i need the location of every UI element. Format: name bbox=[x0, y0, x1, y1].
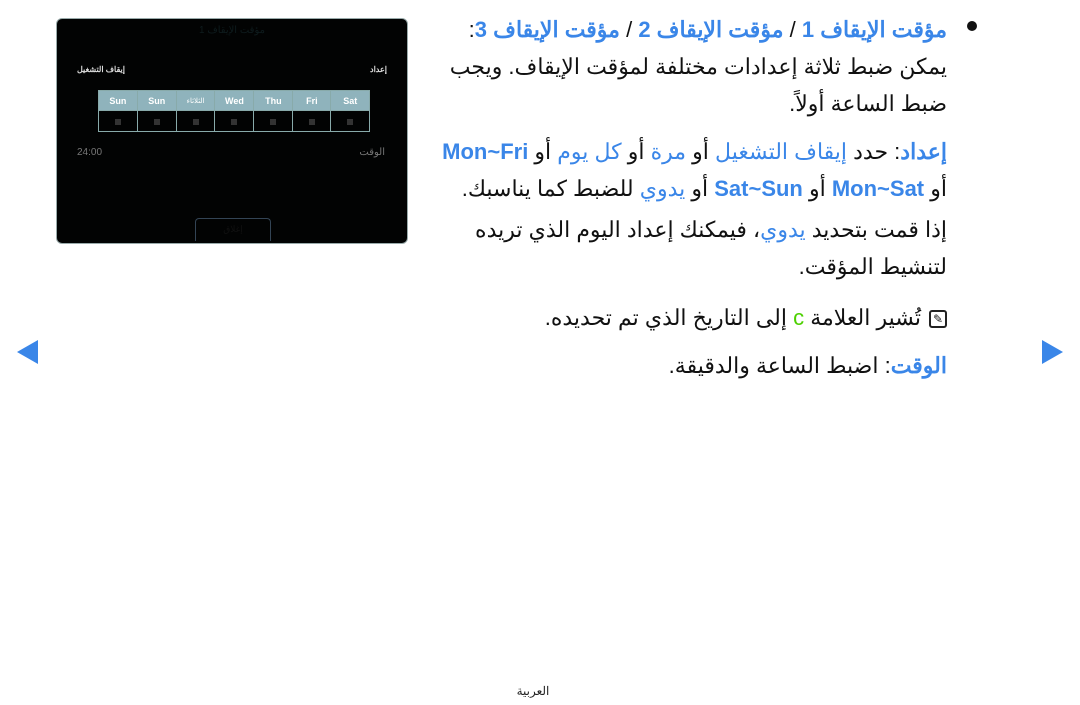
option: مرة bbox=[650, 139, 687, 164]
triangle-right-icon[interactable] bbox=[1042, 340, 1063, 364]
day-header: الثلاثاء bbox=[175, 90, 216, 111]
term-timer-1: مؤقت الإيقاف 1 bbox=[801, 17, 947, 42]
text: أو bbox=[924, 176, 947, 201]
separator: / bbox=[783, 17, 802, 42]
text: إذا قمت بتحديد bbox=[805, 217, 947, 242]
setup-value: إيقاف التشغيل bbox=[77, 65, 125, 74]
option: Sat~Sun bbox=[714, 176, 803, 201]
day-checkbox bbox=[292, 110, 332, 132]
option: Mon~Fri bbox=[442, 139, 529, 164]
option: إيقاف التشغيل bbox=[715, 139, 848, 164]
paragraph-time: الوقت: اضبط الساعة والدقيقة. bbox=[427, 347, 947, 384]
day-header: Thu bbox=[253, 90, 294, 111]
day-header: Sat bbox=[330, 90, 370, 111]
day-header: Fri bbox=[292, 90, 332, 111]
text: أو bbox=[528, 139, 558, 164]
paragraph-timers: مؤقت الإيقاف 1 / مؤقت الإيقاف 2 / مؤقت ا… bbox=[427, 11, 947, 122]
mark-symbol: c bbox=[793, 305, 805, 330]
day-checkbox bbox=[136, 110, 177, 132]
day-header: Wed bbox=[214, 90, 255, 111]
time-label: الوقت bbox=[359, 147, 385, 158]
tv-screen-title: مؤقت الإيقاف 1 bbox=[199, 25, 265, 36]
option: كل يوم bbox=[557, 139, 622, 164]
separator: / bbox=[619, 17, 639, 42]
paragraph-setup: إعداد: حدد إيقاف التشغيل أو مرة أو كل يو… bbox=[427, 133, 947, 207]
paragraph-manual: إذا قمت بتحديد يدوي، فيمكنك إعداد اليوم … bbox=[427, 211, 947, 285]
day-grid: Sun Sun الثلاثاء Wed Thu Fri Sat bbox=[98, 90, 370, 132]
option: يدوي bbox=[760, 217, 806, 242]
time-value: 24:00 bbox=[77, 147, 103, 158]
text: : حدد bbox=[847, 139, 901, 164]
term-timer-2: مؤقت الإيقاف 2 bbox=[638, 17, 784, 42]
day-header: Sun bbox=[98, 90, 138, 111]
text: أو bbox=[621, 139, 651, 164]
term-timer-3: مؤقت الإيقاف 3 bbox=[474, 17, 620, 42]
day-checkbox bbox=[98, 110, 138, 132]
triangle-left-icon[interactable] bbox=[17, 340, 38, 364]
option: يدوي bbox=[639, 176, 686, 201]
bullet-icon bbox=[967, 21, 977, 31]
close-button: إغلاق bbox=[195, 218, 271, 241]
option: Mon~Sat bbox=[831, 176, 925, 201]
day-header: Sun bbox=[136, 90, 177, 111]
text: إلى التاريخ الذي تم تحديده. bbox=[544, 305, 794, 330]
term-time: الوقت bbox=[890, 353, 947, 378]
day-checkbox bbox=[214, 110, 255, 132]
day-checkbox bbox=[175, 110, 216, 132]
note-icon: ✎ bbox=[929, 310, 947, 329]
text: أو bbox=[802, 176, 832, 201]
tv-screen-illustration: مؤقت الإيقاف 1 إعداد إيقاف التشغيل Sun S… bbox=[56, 18, 408, 244]
text: للضبط كما يناسبك. bbox=[461, 176, 640, 201]
text: أو bbox=[686, 139, 716, 164]
text: أو bbox=[685, 176, 715, 201]
text: تُشير العلامة bbox=[804, 305, 921, 330]
note: ✎ تُشير العلامة c إلى التاريخ الذي تم تحد… bbox=[427, 299, 947, 336]
text: : اضبط الساعة والدقيقة. bbox=[668, 353, 891, 378]
footer-language: العربية bbox=[516, 684, 550, 698]
day-checkbox bbox=[330, 110, 370, 132]
day-checkbox bbox=[253, 110, 294, 132]
setup-label: إعداد bbox=[370, 65, 387, 74]
term-setup: إعداد bbox=[900, 139, 947, 164]
